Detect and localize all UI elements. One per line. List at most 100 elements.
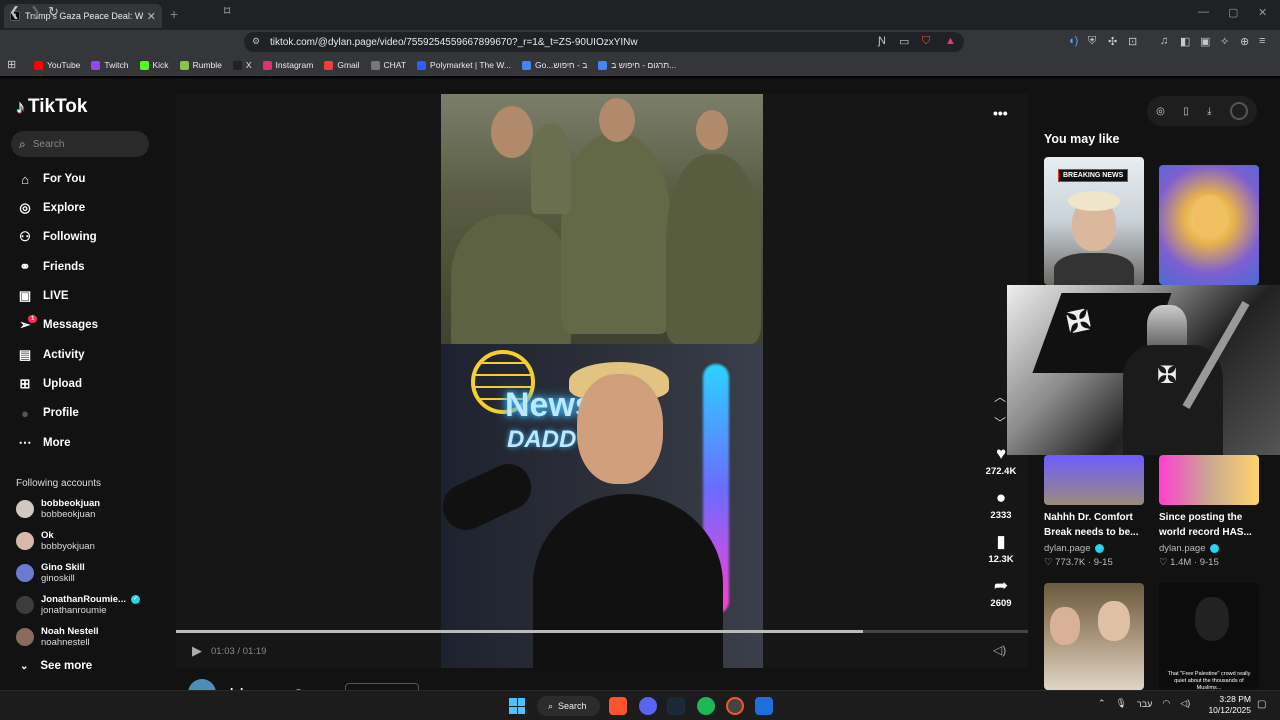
video-progress-bar[interactable] xyxy=(176,630,1028,633)
autoscroll-icon[interactable]: ◎ xyxy=(1156,106,1165,117)
reader-icon[interactable]: Ɲ xyxy=(878,35,886,47)
sidebar-item-activity[interactable]: ▤ Activity xyxy=(16,344,85,366)
recommended-thumb-5[interactable] xyxy=(1044,583,1144,690)
brave-shield-icon[interactable]: ⛉ xyxy=(922,35,930,48)
bookmark-item[interactable]: Twitch xyxy=(91,60,129,70)
bookmark-item[interactable]: תרגום - חיפוש ב... xyxy=(598,60,676,70)
minimize-icon[interactable]: — xyxy=(1198,6,1209,18)
messages-icon: ➢ 1 xyxy=(16,315,38,333)
bookmark-item[interactable]: Rumble xyxy=(179,60,222,70)
notification-icon[interactable]: ▢ xyxy=(1257,699,1266,710)
recommended-thumb-3[interactable] xyxy=(1044,455,1144,505)
search-input[interactable]: ⌕ Search xyxy=(11,131,149,157)
active-app-taskbar-icon[interactable] xyxy=(726,697,744,715)
microphone-tray-icon[interactable]: 🎙︎ xyxy=(1116,698,1127,709)
audio-icon[interactable]: ◖) xyxy=(1068,35,1078,47)
bookmark-item[interactable]: Instagram xyxy=(262,60,313,70)
wifi-icon[interactable]: ◠ xyxy=(1162,698,1170,709)
sidebar-item-following[interactable]: ⚇ Following xyxy=(16,226,96,248)
following-account[interactable]: Ok bobbyokjuan xyxy=(16,530,95,552)
cast-icon[interactable]: ▭ xyxy=(899,35,909,48)
reload-icon[interactable]: ↻ xyxy=(48,4,59,20)
card-author-1[interactable]: dylan.page xyxy=(1044,543,1090,554)
card-author-2[interactable]: dylan.page xyxy=(1159,543,1205,554)
bookmark-item[interactable]: X xyxy=(232,60,252,70)
sidebar-item-live[interactable]: ▣ LIVE xyxy=(16,285,69,307)
clock[interactable]: 3:28 PM 10/12/2025 xyxy=(1205,694,1251,716)
recommended-thumb-6[interactable]: That "Free Palestine" crowd really quiet… xyxy=(1159,583,1259,690)
tiktok-logo[interactable]: ♪ TikTok xyxy=(16,96,87,118)
following-account[interactable]: JonathanRoumie... ✓ jonathanroumie xyxy=(16,594,140,616)
following-account[interactable]: Noah Nestell noahnestell xyxy=(16,626,99,648)
brave-rewards-icon[interactable]: ▲ xyxy=(945,35,956,47)
share-button[interactable]: ➦ 2609 xyxy=(985,576,1017,609)
windows-start-icon[interactable] xyxy=(509,698,525,714)
media-icon[interactable]: ♫ xyxy=(1160,35,1168,47)
close-tab-icon[interactable]: ✕ xyxy=(147,10,156,23)
site-info-icon[interactable]: ⚙ xyxy=(252,36,260,47)
card-caption-2[interactable]: Since posting the world record HAS... xyxy=(1159,510,1269,540)
sidebar-item-for-you[interactable]: ⌂ For You xyxy=(16,168,85,190)
address-bar[interactable]: ⚙ tiktok.com/@dylan.page/video/755925455… xyxy=(244,32,964,52)
sidebar-item-messages[interactable]: ➢ 1 Messages xyxy=(16,314,98,336)
taskbar-search[interactable]: ⌕ Search xyxy=(537,696,600,716)
sidebar-item-explore[interactable]: ◎ Explore xyxy=(16,197,85,219)
bookmark-item[interactable]: Gmail xyxy=(324,60,360,70)
browser-tab-bar xyxy=(0,0,1280,30)
menu-icon[interactable]: ≡ xyxy=(1259,35,1265,47)
recommended-thumb-2[interactable] xyxy=(1159,165,1259,285)
see-more-button[interactable]: ⌄ See more xyxy=(20,660,92,672)
bookmark-item[interactable]: Go...ב - חיפוש xyxy=(521,60,587,70)
comment-button[interactable]: ● 2333 xyxy=(985,488,1017,521)
following-accounts-title: Following accounts xyxy=(16,478,102,489)
device-icon[interactable]: ▯ xyxy=(1183,106,1189,117)
volume-icon[interactable]: ◁) xyxy=(993,643,1006,657)
sidebar-item-friends[interactable]: ⚭ Friends xyxy=(16,256,85,278)
recommended-thumb-1[interactable]: BREAKING NEWS xyxy=(1044,157,1144,285)
previous-video-icon[interactable]: ︿ xyxy=(994,388,1006,405)
speaker-icon[interactable]: ◁) xyxy=(1180,698,1190,709)
bookmark-item[interactable]: Kick xyxy=(139,60,169,70)
following-account[interactable]: Gino Skill ginoskill xyxy=(16,562,85,584)
play-icon[interactable]: ▶ xyxy=(192,643,202,659)
close-window-icon[interactable]: ✕ xyxy=(1258,6,1267,19)
new-tab-icon[interactable]: + xyxy=(170,6,178,22)
brave-taskbar-icon[interactable] xyxy=(609,697,627,715)
steam-taskbar-icon[interactable] xyxy=(667,697,685,715)
notification-badge: 1 xyxy=(28,315,38,323)
chevron-up-icon[interactable]: ⌃ xyxy=(1098,698,1106,709)
following-account[interactable]: bobbeokjuan bobbeokjuan xyxy=(16,498,100,520)
bookmark-icon[interactable]: ⌑ xyxy=(224,4,230,18)
back-icon[interactable]: ❮ xyxy=(9,4,20,20)
sidebar-item-more[interactable]: ⋯ More xyxy=(16,432,71,454)
sidebar-toggle-icon[interactable]: ◧ xyxy=(1180,35,1190,48)
discord-taskbar-icon[interactable] xyxy=(639,697,657,715)
leo-ai-icon[interactable]: ✧ xyxy=(1220,35,1229,48)
comment-icon: ● xyxy=(995,488,1007,507)
language-indicator[interactable]: עבר xyxy=(1137,699,1152,709)
more-options-icon[interactable]: ••• xyxy=(993,105,1008,121)
save-button[interactable]: ▮ 12.3K xyxy=(985,532,1017,565)
video-player[interactable]: News DADD xyxy=(441,94,763,668)
bookmark-favicon-icon xyxy=(179,60,189,70)
screenshot-icon[interactable]: ⊡ xyxy=(1128,35,1137,48)
apps-grid-icon[interactable]: ⊞ xyxy=(7,58,16,71)
forward-icon[interactable]: ❯ xyxy=(30,4,41,20)
bookmark-item[interactable]: Polymarket | The W... xyxy=(417,60,511,70)
vpn-icon[interactable]: ⊕ xyxy=(1240,35,1249,48)
shield-icon[interactable]: ⛨ xyxy=(1088,35,1096,48)
recommended-thumb-4[interactable] xyxy=(1159,455,1259,505)
download-icon[interactable]: ⤓ xyxy=(1207,106,1211,117)
sidebar-item-upload[interactable]: ⊞ Upload xyxy=(16,373,82,395)
spotify-taskbar-icon[interactable] xyxy=(697,697,715,715)
browser-tab[interactable]: ♪ Trump's Gaza Peace Deal: What ✕ xyxy=(4,4,162,28)
photos-taskbar-icon[interactable] xyxy=(755,697,773,715)
next-video-icon[interactable]: ﹀ xyxy=(994,414,1006,431)
bookmark-item[interactable]: CHAT xyxy=(370,60,406,70)
card-caption-1[interactable]: Nahhh Dr. Comfort Break needs to be... xyxy=(1044,510,1154,540)
maximize-icon[interactable]: ▢ xyxy=(1228,6,1238,19)
sidebar-item-profile[interactable]: ● Profile xyxy=(16,402,79,424)
bookmark-item[interactable]: YouTube xyxy=(34,60,80,70)
extensions-icon[interactable]: ✣ xyxy=(1108,35,1117,48)
wallet-icon[interactable]: ▣ xyxy=(1200,35,1210,48)
